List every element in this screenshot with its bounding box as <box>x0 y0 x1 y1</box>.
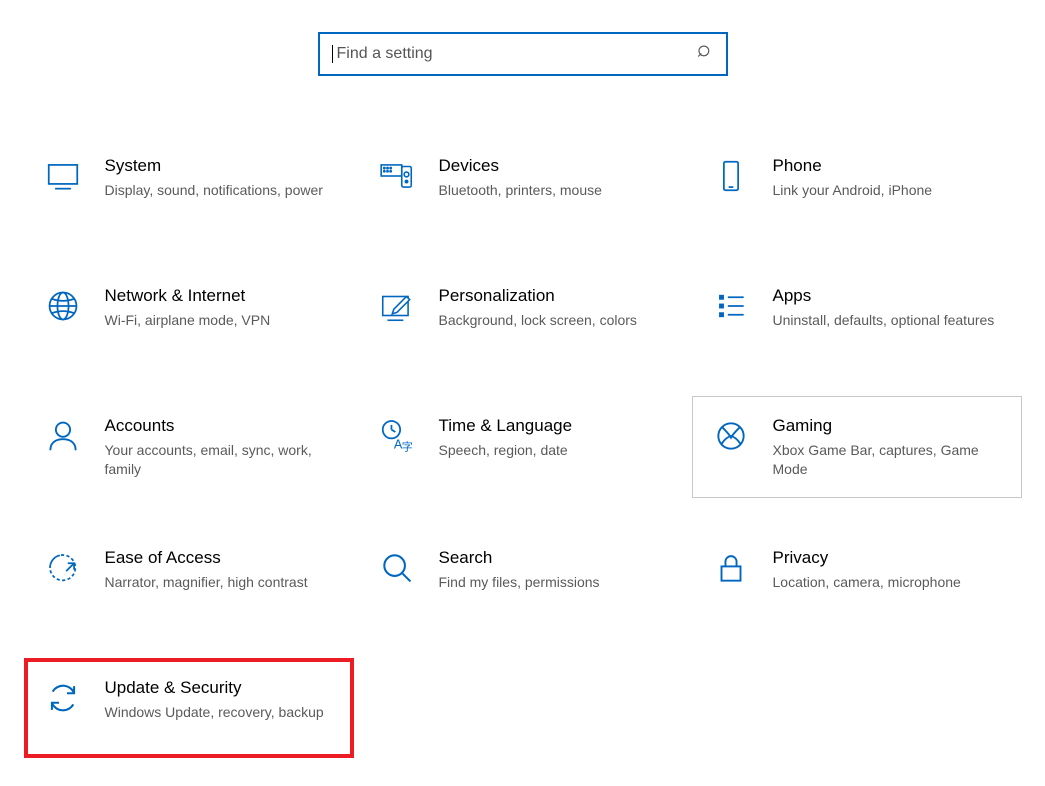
devices-icon <box>375 157 419 195</box>
tile-desc: Link your Android, iPhone <box>773 181 1005 200</box>
tile-title: Accounts <box>105 415 337 437</box>
tile-desc: Narrator, magnifier, high contrast <box>105 573 337 592</box>
tile-devices[interactable]: Devices Bluetooth, printers, mouse <box>358 136 688 236</box>
search-icon[interactable] <box>696 43 714 66</box>
tile-system[interactable]: System Display, sound, notifications, po… <box>24 136 354 236</box>
tile-accounts[interactable]: Accounts Your accounts, email, sync, wor… <box>24 396 354 498</box>
tile-title: Gaming <box>773 415 1005 437</box>
tile-title: System <box>105 155 337 177</box>
tile-desc: Speech, region, date <box>439 441 671 460</box>
tile-gaming[interactable]: Gaming Xbox Game Bar, captures, Game Mod… <box>692 396 1022 498</box>
settings-grid: System Display, sound, notifications, po… <box>0 136 1045 758</box>
tile-desc: Windows Update, recovery, backup <box>105 703 337 722</box>
tile-desc: Display, sound, notifications, power <box>105 181 337 200</box>
tile-time-language[interactable]: A 字 Time & Language Speech, region, date <box>358 396 688 498</box>
tile-title: Network & Internet <box>105 285 337 307</box>
tile-update-security[interactable]: Update & Security Windows Update, recove… <box>24 658 354 758</box>
tile-desc: Uninstall, defaults, optional features <box>773 311 1005 330</box>
tile-privacy[interactable]: Privacy Location, camera, microphone <box>692 528 1022 628</box>
tile-title: Devices <box>439 155 671 177</box>
tile-title: Time & Language <box>439 415 671 437</box>
search-tile-icon <box>375 549 419 587</box>
tile-desc: Find my files, permissions <box>439 573 671 592</box>
accounts-icon <box>41 417 85 455</box>
tile-title: Phone <box>773 155 1005 177</box>
tile-desc: Wi-Fi, airplane mode, VPN <box>105 311 337 330</box>
tile-personalization[interactable]: Personalization Background, lock screen,… <box>358 266 688 366</box>
time-language-icon: A 字 <box>375 417 419 455</box>
ease-of-access-icon <box>41 549 85 587</box>
tile-phone[interactable]: Phone Link your Android, iPhone <box>692 136 1022 236</box>
tile-desc: Bluetooth, printers, mouse <box>439 181 671 200</box>
system-icon <box>41 157 85 195</box>
tile-title: Privacy <box>773 547 1005 569</box>
apps-icon <box>709 287 753 325</box>
tile-desc: Your accounts, email, sync, work, family <box>105 441 337 479</box>
tile-title: Apps <box>773 285 1005 307</box>
personalization-icon <box>375 287 419 325</box>
tile-apps[interactable]: Apps Uninstall, defaults, optional featu… <box>692 266 1022 366</box>
tile-ease-of-access[interactable]: Ease of Access Narrator, magnifier, high… <box>24 528 354 628</box>
tile-title: Search <box>439 547 671 569</box>
network-icon <box>41 287 85 325</box>
tile-network[interactable]: Network & Internet Wi-Fi, airplane mode,… <box>24 266 354 366</box>
tile-title: Update & Security <box>105 677 337 699</box>
gaming-icon <box>709 417 753 455</box>
phone-icon <box>709 157 753 195</box>
tile-search[interactable]: Search Find my files, permissions <box>358 528 688 628</box>
privacy-icon <box>709 549 753 587</box>
tile-desc: Xbox Game Bar, captures, Game Mode <box>773 441 1005 479</box>
tile-title: Ease of Access <box>105 547 337 569</box>
svg-text:字: 字 <box>401 439 412 453</box>
search-input[interactable] <box>335 44 696 64</box>
search-box[interactable] <box>318 32 728 76</box>
tile-desc: Background, lock screen, colors <box>439 311 671 330</box>
text-caret <box>332 45 333 63</box>
search-row <box>0 32 1045 76</box>
update-security-icon <box>41 679 85 717</box>
tile-title: Personalization <box>439 285 671 307</box>
tile-desc: Location, camera, microphone <box>773 573 1005 592</box>
